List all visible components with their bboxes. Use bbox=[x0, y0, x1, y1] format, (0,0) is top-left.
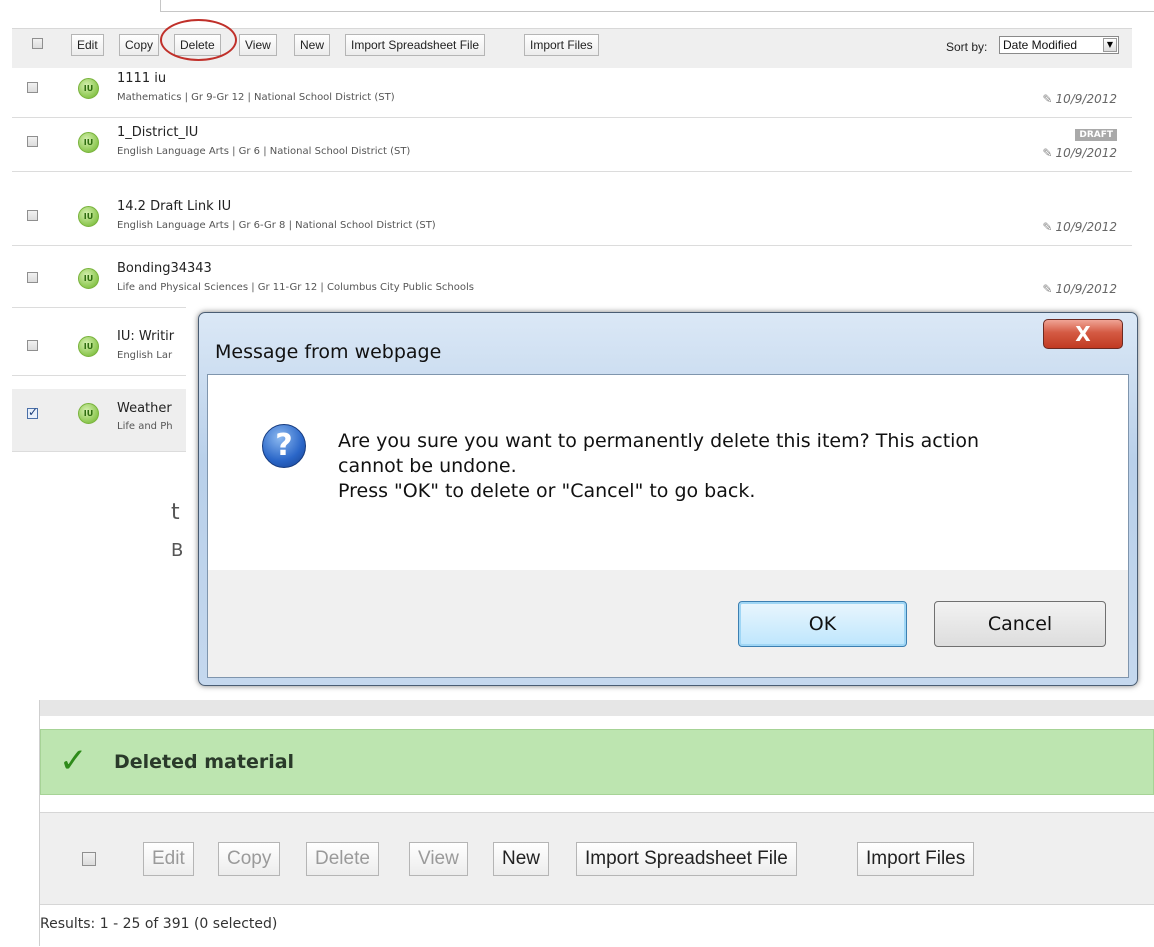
iu-icon: IU bbox=[78, 336, 99, 357]
delete-highlight-circle bbox=[160, 19, 237, 61]
item-date: ✎ 10/9/2012 bbox=[1042, 146, 1117, 160]
background-fragment: t bbox=[171, 500, 180, 525]
edit-button[interactable]: Edit bbox=[143, 842, 194, 876]
chevron-down-icon[interactable]: ▼ bbox=[1103, 38, 1117, 52]
dialog-message-line: cannot be undone. bbox=[338, 455, 517, 477]
import-spreadsheet-button[interactable]: Import Spreadsheet File bbox=[576, 842, 797, 876]
item-meta: English Lar bbox=[117, 350, 173, 361]
list-item[interactable]: IU 14.2 Draft Link IU English Language A… bbox=[12, 196, 1132, 246]
copy-button[interactable]: Copy bbox=[218, 842, 281, 876]
dialog-title: Message from webpage bbox=[215, 341, 442, 363]
select-all-checkbox[interactable] bbox=[32, 38, 43, 49]
dialog-frame: Message from webpage X ? Are you sure yo… bbox=[198, 312, 1138, 686]
sort-select-value: Date Modified bbox=[1003, 38, 1078, 52]
item-date-value: 10/9/2012 bbox=[1055, 92, 1117, 106]
iu-icon: IU bbox=[78, 268, 99, 289]
confirm-dialog: Message from webpage X ? Are you sure yo… bbox=[186, 304, 1154, 686]
item-title[interactable]: Weather bbox=[117, 401, 172, 416]
view-button[interactable]: View bbox=[239, 34, 277, 56]
item-date: ✎ 10/9/2012 bbox=[1042, 92, 1117, 106]
item-meta: Life and Ph bbox=[117, 421, 173, 432]
new-button[interactable]: New bbox=[493, 842, 550, 876]
delete-button[interactable]: Delete bbox=[306, 842, 379, 876]
top-edge-line bbox=[160, 0, 1154, 12]
iu-icon: IU bbox=[78, 132, 99, 153]
row-checkbox[interactable] bbox=[27, 210, 38, 221]
item-meta: English Language Arts | Gr 6 | National … bbox=[117, 146, 411, 157]
list-item[interactable]: IU 1_District_IU English Language Arts |… bbox=[12, 122, 1132, 172]
pencil-icon: ✎ bbox=[1042, 282, 1053, 296]
item-date-value: 10/9/2012 bbox=[1055, 282, 1117, 296]
dialog-message-line: Are you sure you want to permanently del… bbox=[338, 430, 980, 452]
row-checkbox[interactable] bbox=[27, 272, 38, 283]
list-item[interactable]: IU Bonding34343 Life and Physical Scienc… bbox=[12, 258, 1132, 308]
sort-label: Sort by: bbox=[946, 40, 988, 54]
new-button[interactable]: New bbox=[294, 34, 331, 56]
item-title[interactable]: Bonding34343 bbox=[117, 261, 212, 276]
select-all-checkbox[interactable] bbox=[82, 852, 96, 866]
dialog-message-line: Press "OK" to delete or "Cancel" to go b… bbox=[338, 480, 756, 502]
sort-select[interactable]: Date Modified ▼ bbox=[999, 36, 1119, 54]
checkmark-icon: ✓ bbox=[59, 741, 88, 781]
item-title[interactable]: IU: Writir bbox=[117, 329, 174, 344]
iu-icon: IU bbox=[78, 403, 99, 424]
iu-icon: IU bbox=[78, 78, 99, 99]
bottom-toolbar: Edit Copy Delete View New Import Spreads… bbox=[40, 812, 1154, 905]
item-title[interactable]: 14.2 Draft Link IU bbox=[117, 199, 231, 214]
pencil-icon: ✎ bbox=[1042, 146, 1053, 160]
item-date-value: 10/9/2012 bbox=[1055, 220, 1117, 234]
copy-button[interactable]: Copy bbox=[119, 34, 160, 56]
success-message: Deleted material bbox=[114, 751, 295, 773]
item-date: ✎ 10/9/2012 bbox=[1042, 282, 1117, 296]
view-button[interactable]: View bbox=[409, 842, 468, 876]
results-bar: Results: 1 - 25 of 391 (0 selected) bbox=[40, 904, 1154, 947]
item-meta: Mathematics | Gr 9-Gr 12 | National Scho… bbox=[117, 92, 395, 103]
draft-badge: DRAFT bbox=[1075, 129, 1117, 141]
row-checkbox[interactable] bbox=[27, 405, 38, 419]
item-title[interactable]: 1_District_IU bbox=[117, 125, 198, 140]
edit-button[interactable]: Edit bbox=[71, 34, 104, 56]
import-files-button[interactable]: Import Files bbox=[857, 842, 975, 876]
item-date: ✎ 10/9/2012 bbox=[1042, 220, 1117, 234]
success-banner: ✓ Deleted material bbox=[40, 729, 1154, 795]
close-icon[interactable]: X bbox=[1043, 319, 1123, 349]
pencil-icon: ✎ bbox=[1042, 220, 1053, 234]
iu-icon: IU bbox=[78, 206, 99, 227]
import-spreadsheet-button[interactable]: Import Spreadsheet File bbox=[345, 34, 486, 56]
row-checkbox[interactable] bbox=[27, 82, 38, 93]
dialog-message: Are you sure you want to permanently del… bbox=[338, 429, 1078, 504]
list-item[interactable]: IU 1111 iu Mathematics | Gr 9-Gr 12 | Na… bbox=[12, 68, 1132, 118]
separator-band bbox=[40, 700, 1154, 716]
item-meta: English Language Arts | Gr 6-Gr 8 | Nati… bbox=[117, 220, 436, 231]
question-icon: ? bbox=[262, 424, 306, 468]
import-files-button[interactable]: Import Files bbox=[524, 34, 599, 56]
ok-button[interactable]: OK bbox=[738, 601, 907, 647]
row-checkbox[interactable] bbox=[27, 136, 38, 147]
top-scroll-edge bbox=[0, 0, 1154, 14]
row-checkbox[interactable] bbox=[27, 340, 38, 351]
top-toolbar: Edit Copy Delete View New Import Spreads… bbox=[12, 19, 1132, 70]
item-meta: Life and Physical Sciences | Gr 11-Gr 12… bbox=[117, 282, 474, 293]
item-date-value: 10/9/2012 bbox=[1055, 146, 1117, 160]
results-text: Results: 1 - 25 of 391 (0 selected) bbox=[40, 916, 278, 932]
dialog-body: ? Are you sure you want to permanently d… bbox=[207, 374, 1129, 678]
cancel-button[interactable]: Cancel bbox=[934, 601, 1106, 647]
background-fragment: B bbox=[171, 540, 184, 561]
item-title[interactable]: 1111 iu bbox=[117, 71, 166, 86]
left-border-line bbox=[39, 700, 40, 946]
pencil-icon: ✎ bbox=[1042, 92, 1053, 106]
